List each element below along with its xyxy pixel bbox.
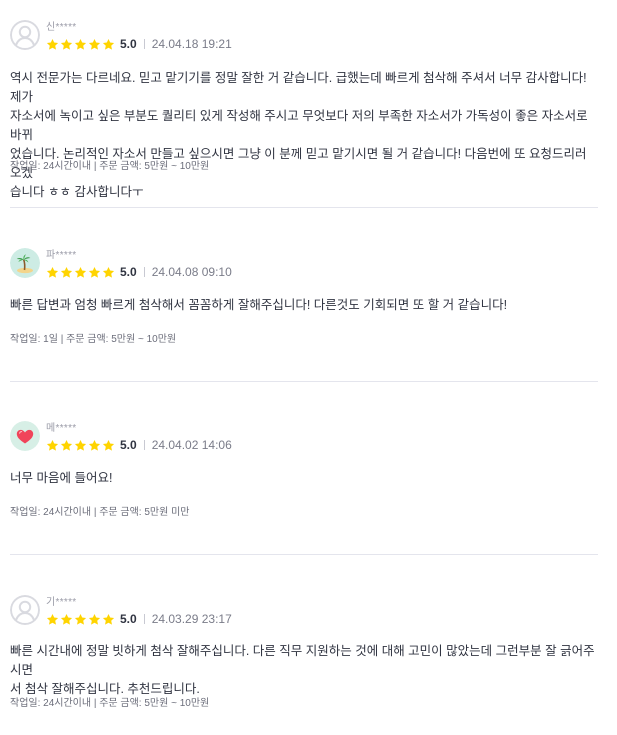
star-icon [88, 266, 101, 279]
star-rating [46, 266, 115, 279]
review-divider [10, 207, 598, 208]
divider-bar [143, 39, 145, 49]
rating-score: 5.0 [120, 265, 137, 279]
star-rating [46, 439, 115, 452]
star-icon [88, 38, 101, 51]
review-date: 24.04.08 09:10 [151, 265, 232, 279]
rating-score: 5.0 [120, 438, 137, 452]
rating-score: 5.0 [120, 612, 137, 626]
star-icon [102, 266, 115, 279]
star-rating [46, 38, 115, 51]
star-icon [60, 38, 73, 51]
review-divider [10, 381, 598, 382]
star-icon [88, 439, 101, 452]
rating-row: 5.0 24.04.18 19:21 [46, 36, 232, 52]
divider-bar [143, 440, 145, 450]
star-icon [74, 439, 87, 452]
review-date: 24.04.18 19:21 [151, 37, 232, 51]
palm-island-icon [10, 248, 40, 278]
reviewer-name: 파***** [46, 250, 77, 261]
reviewer-name: 메***** [46, 423, 77, 434]
review-content: 너무 마음에 들어요! [10, 471, 113, 485]
star-icon [88, 613, 101, 626]
reviewer-name: 신***** [46, 22, 77, 33]
review-content: 빠른 시간내에 정말 빗하게 첨삭 잘해주십니다. 다른 직무 지원하는 것에 … [10, 644, 595, 696]
divider-bar [143, 267, 145, 277]
review-content: 빠른 답변과 엄청 빠르게 첨삭해서 꼼꼼하게 잘해주십니다! 다른것도 기회되… [10, 298, 508, 312]
reviewer-name: 기***** [46, 597, 77, 608]
rating-row: 5.0 24.04.02 14:06 [46, 437, 232, 453]
star-icon [102, 38, 115, 51]
review-date: 24.04.02 14:06 [151, 438, 232, 452]
star-icon [74, 266, 87, 279]
star-icon [46, 266, 59, 279]
review-date: 24.03.29 23:17 [151, 612, 232, 626]
star-icon [102, 613, 115, 626]
star-icon [46, 439, 59, 452]
default-profile-icon [10, 595, 40, 625]
star-icon [102, 439, 115, 452]
star-icon [60, 613, 73, 626]
star-icon [74, 613, 87, 626]
order-info: 작업일: 24시간이내 | 주문 금액: 5만원 ~ 10만원 [10, 698, 210, 709]
star-rating [46, 613, 115, 626]
order-info: 작업일: 1일 | 주문 금액: 5만원 ~ 10만원 [10, 334, 177, 345]
review-divider [10, 554, 598, 555]
star-icon [74, 38, 87, 51]
red-heart-icon [10, 421, 40, 451]
star-icon [60, 266, 73, 279]
rating-row: 5.0 24.03.29 23:17 [46, 611, 232, 627]
divider-bar [143, 614, 145, 624]
rating-score: 5.0 [120, 37, 137, 51]
star-icon [46, 613, 59, 626]
review-content: 역시 전문가는 다르네요. 믿고 맡기기를 정말 잘한 거 같습니다. 급했는데… [10, 71, 588, 199]
rating-row: 5.0 24.04.08 09:10 [46, 264, 232, 280]
star-icon [46, 38, 59, 51]
default-profile-icon [10, 20, 40, 50]
order-info: 작업일: 24시간이내 | 주문 금액: 5만원 미만 [10, 507, 190, 518]
order-info: 작업일: 24시간이내 | 주문 금액: 5만원 ~ 10만원 [10, 161, 210, 172]
star-icon [60, 439, 73, 452]
